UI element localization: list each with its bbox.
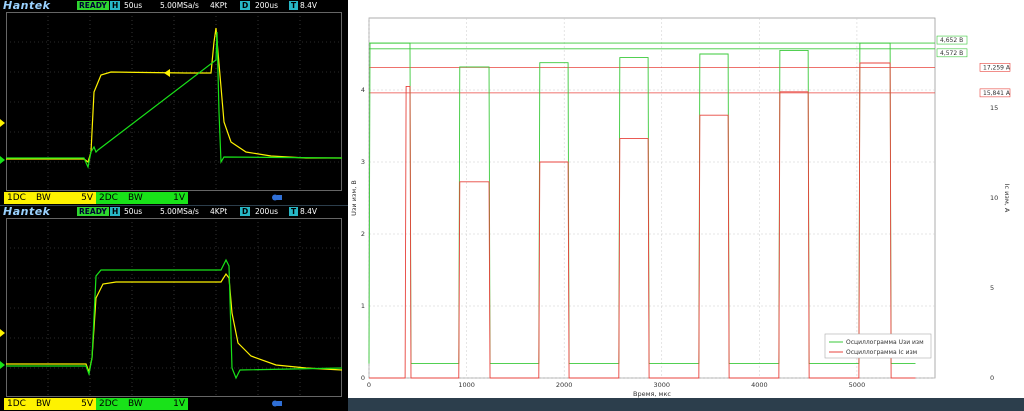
trigger-level: 8.4V [300, 1, 318, 10]
x-tick-label: 2000 [556, 381, 573, 389]
marker-label: 4,652 В [940, 37, 963, 44]
status-ready: READY [77, 1, 109, 10]
ch2-label: 2DC [99, 399, 118, 409]
scope-header: Hantek READY H 50us 5.00MSa/s 4KPt D 200… [0, 0, 348, 11]
x-tick-label: 5000 [849, 381, 866, 389]
y-right-axis-title: Ic изм, А [1003, 184, 1011, 213]
ch2-badge: 2DC BW 1V [96, 192, 188, 204]
scope-footer: 1DC BW 5V 2DC BW 1V [0, 191, 348, 205]
usb-icon [272, 194, 282, 201]
memory-depth: 4KPt [210, 207, 228, 216]
ch1-level-marker [0, 119, 5, 127]
y-left-tick-label: 2 [361, 230, 365, 238]
ch1-label: 1DC [7, 399, 26, 409]
ch2-level-marker [0, 156, 5, 164]
delay: 200us [255, 1, 278, 10]
y-right-tick-label: 0 [990, 374, 994, 382]
timebase: 50us [124, 1, 143, 10]
y-right-tick-label: 10 [990, 194, 998, 202]
x-tick-label: 1000 [458, 381, 475, 389]
scope-header: Hantek READY H 50us 5.00MSa/s 4KPt D 200… [0, 206, 348, 217]
scope-plot-bottom [6, 218, 342, 397]
scope-footer: 1DC BW 5V 2DC BW 1V [0, 397, 348, 411]
ch1-label: 1DC [7, 193, 26, 203]
ch1-badge: 1DC BW 5V [4, 192, 96, 204]
scope-plot-top [6, 12, 342, 191]
legend-label-ic: Осциллограмма Ic изм [846, 349, 917, 356]
trigger-level: 8.4V [300, 207, 318, 216]
measurement-graph: 0 1000 2000 3000 4000 5000 0 1 2 3 4 0 5 10 15 Время, м… [348, 0, 1024, 398]
marker-label: 4,572 В [940, 50, 963, 57]
brand-logo: Hantek [3, 0, 51, 12]
timebase: 50us [124, 207, 143, 216]
ch1-bw: BW [36, 399, 51, 409]
y-right-tick-label: 15 [990, 104, 998, 112]
x-axis-title: Время, мкс [633, 390, 671, 398]
y-right-tick-label: 5 [990, 284, 994, 292]
marker-label: 15,841 А [983, 90, 1011, 97]
ch2-bw: BW [128, 193, 143, 203]
plot-area [368, 17, 936, 379]
ch2-level-marker [0, 361, 5, 369]
ch1-badge: 1DC BW 5V [4, 398, 96, 410]
brand-logo: Hantek [3, 206, 51, 218]
ch2-scale: 1V [173, 193, 185, 203]
status-ready: READY [77, 207, 109, 216]
ch1-scale: 5V [81, 399, 93, 409]
ch2-scale: 1V [173, 399, 185, 409]
ch1-scale: 5V [81, 193, 93, 203]
t-flag: T [289, 207, 299, 216]
delay: 200us [255, 207, 278, 216]
t-flag: T [289, 1, 299, 10]
usb-icon [272, 400, 282, 407]
ch1-bw: BW [36, 193, 51, 203]
memory-depth: 4KPt [210, 1, 228, 10]
bottom-bar [348, 398, 1024, 411]
x-tick-label: 4000 [751, 381, 768, 389]
ch2-bw: BW [128, 399, 143, 409]
ch1-level-marker [0, 329, 5, 337]
h-flag: H [110, 1, 121, 10]
d-flag: D [240, 1, 251, 10]
oscilloscope-top: Hantek READY H 50us 5.00MSa/s 4KPt D 200… [0, 0, 348, 205]
marker-label: 17,259 А [983, 64, 1011, 71]
d-flag: D [240, 207, 251, 216]
ch2-label: 2DC [99, 193, 118, 203]
x-tick-label: 3000 [653, 381, 670, 389]
sample-rate: 5.00MSa/s [160, 1, 199, 10]
y-left-axis-title: Uзи изм, В [350, 180, 358, 216]
oscilloscope-bottom: Hantek READY H 50us 5.00MSa/s 4KPt D 200… [0, 206, 348, 411]
y-left-tick-label: 4 [361, 86, 365, 94]
sample-rate: 5.00MSa/s [160, 207, 199, 216]
y-left-tick-label: 1 [361, 302, 365, 310]
legend-label-uzi: Осциллограмма Uзи изм [846, 339, 924, 346]
ch2-badge: 2DC BW 1V [96, 398, 188, 410]
x-tick-label: 0 [367, 381, 371, 389]
measurement-chart: 0 1000 2000 3000 4000 5000 0 1 2 3 4 0 5 10 15 Время, м… [350, 17, 1011, 398]
y-left-tick-label: 3 [361, 158, 365, 166]
h-flag: H [110, 207, 121, 216]
y-left-tick-label: 0 [361, 374, 365, 382]
